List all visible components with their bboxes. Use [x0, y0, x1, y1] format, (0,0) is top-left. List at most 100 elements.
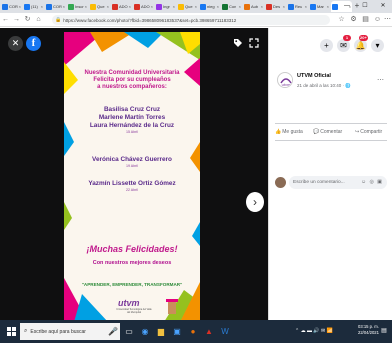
- divider: [275, 123, 387, 124]
- tab-favicon-icon: [266, 3, 272, 10]
- close-viewer-button[interactable]: ✕: [8, 36, 23, 51]
- notifications-badge: 20+: [359, 35, 368, 41]
- browser-tab[interactable]: Des ×: [265, 1, 286, 12]
- browser-tab[interactable]: Inscr ×: [67, 1, 88, 12]
- tab-close-icon[interactable]: ×: [283, 4, 285, 9]
- word-icon[interactable]: W: [220, 326, 230, 337]
- collections-icon[interactable]: ▤: [360, 13, 371, 27]
- share-button[interactable]: ↪ Compartir: [355, 129, 382, 135]
- birthday-date: 22 Abril: [126, 188, 138, 192]
- browser-tab[interactable]: ADO ×: [111, 1, 132, 12]
- utvm-logo-subtitle: Universidad Tecnológica del Valle del Me…: [116, 308, 152, 314]
- system-tray-icons[interactable]: ⌃ ☁ ▬ 🔊 ✉ 📶: [295, 328, 333, 334]
- forward-button[interactable]: →: [11, 14, 22, 26]
- birthday-name: Basilisa Cruz Cruz: [103, 106, 161, 113]
- star-icon[interactable]: ☆: [336, 13, 347, 27]
- tab-favicon-icon: [156, 3, 162, 10]
- home-button[interactable]: ⌂: [33, 14, 44, 26]
- taskbar-clock[interactable]: 03:15 p. m. 22/04/2021: [358, 324, 379, 336]
- birthday-group: Yazmín Lissette Ortiz Gómez 22 Abril: [72, 180, 192, 193]
- post-timestamp[interactable]: 21 de abril a las 10:40 · 🌐: [297, 83, 351, 89]
- like-label: Me gusta: [282, 129, 303, 135]
- store-icon[interactable]: ▣: [172, 326, 182, 337]
- share-label: Compartir: [360, 129, 383, 135]
- comment-input[interactable]: Escribe un comentario... ☺ ◎ ▣: [289, 176, 387, 189]
- page-avatar[interactable]: utvm: [277, 72, 293, 88]
- tab-label: Reu: [295, 4, 303, 9]
- url-text: https://www.facebook.com/photo/?fbid=398…: [63, 17, 237, 23]
- tab-close-icon[interactable]: ×: [217, 4, 219, 9]
- windows-start-icon[interactable]: [7, 327, 16, 336]
- microphone-icon[interactable]: 🎤: [108, 326, 118, 337]
- tab-close-icon[interactable]: ×: [107, 4, 109, 9]
- tab-close-icon[interactable]: ×: [129, 4, 131, 9]
- browser-tab[interactable]: Aub ×: [243, 1, 264, 12]
- tab-label: (11): [31, 4, 38, 9]
- comment-tools-icon[interactable]: ☺ ◎ ▣: [361, 179, 383, 185]
- file-explorer-icon[interactable]: ▆: [156, 326, 166, 337]
- browser-tab[interactable]: Ingr ×: [155, 1, 176, 12]
- reload-button[interactable]: ↻: [22, 14, 33, 26]
- browser-tab[interactable]: (11) ×: [23, 1, 44, 12]
- tab-close-icon[interactable]: ×: [305, 4, 307, 9]
- like-button[interactable]: 👍 Me gusta: [275, 129, 303, 135]
- tab-label: ADO: [119, 4, 128, 9]
- browser-tab[interactable]: Reu ×: [287, 1, 308, 12]
- firefox-icon[interactable]: ●: [188, 326, 198, 337]
- tab-label: Aub: [251, 4, 259, 9]
- browser-tab[interactable]: COR ×: [1, 1, 22, 12]
- browser-tab[interactable]: nieg ×: [199, 1, 220, 12]
- tab-label: nieg: [207, 4, 215, 9]
- browser-tab[interactable]: Que ×: [177, 1, 198, 12]
- tab-close-icon[interactable]: ×: [63, 4, 65, 9]
- browser-tab-bar: COR × (11) × COR × Inscr × Que × ADO × ADO × Ingr × Que ×…: [0, 0, 392, 13]
- post-author-link[interactable]: UTVM Oficial: [297, 73, 331, 79]
- extensions-icon[interactable]: ⚙: [348, 13, 359, 27]
- edge-icon[interactable]: ◉: [140, 326, 150, 337]
- comment-button[interactable]: 💬 Comentar: [313, 129, 342, 135]
- flyer-heading: Nuestra Comunidad Universitaria Felicita…: [72, 70, 192, 91]
- browser-tab[interactable]: Mar ×: [309, 1, 330, 12]
- fullscreen-icon[interactable]: [248, 38, 260, 53]
- taskbar-search-box[interactable]: ⌕ Escribe aquí para buscar: [20, 323, 120, 340]
- user-avatar[interactable]: [275, 177, 286, 188]
- browser-tab[interactable]: Que ×: [89, 1, 110, 12]
- more-icon[interactable]: ⋯: [382, 13, 392, 27]
- tag-icon[interactable]: [232, 38, 244, 53]
- tab-close-icon[interactable]: ×: [239, 4, 241, 9]
- clock-date: 22/04/2021: [358, 330, 379, 335]
- address-bar[interactable]: 🔒 https://www.facebook.com/photo/?fbid=3…: [52, 15, 330, 25]
- tab-close-icon[interactable]: ×: [151, 4, 153, 9]
- birthday-name: Marlene Martín Torres: [98, 114, 166, 121]
- account-menu-icon[interactable]: ▾: [371, 39, 384, 52]
- tab-close-icon[interactable]: ×: [19, 4, 21, 9]
- tab-close-icon[interactable]: ×: [195, 4, 197, 9]
- facebook-logo-icon[interactable]: f: [26, 36, 41, 51]
- tab-favicon-icon: [112, 3, 118, 10]
- tab-close-icon[interactable]: ×: [261, 4, 263, 9]
- task-view-icon[interactable]: ▭: [124, 326, 134, 337]
- notification-center-icon[interactable]: ▤: [380, 326, 388, 337]
- tab-favicon-icon: [244, 3, 250, 10]
- tab-favicon-icon: [68, 3, 74, 10]
- tab-close-icon[interactable]: ×: [41, 4, 43, 9]
- svg-text:utvm: utvm: [282, 82, 291, 87]
- minimize-button[interactable]: —: [338, 0, 356, 13]
- browser-tab[interactable]: COR ×: [45, 1, 66, 12]
- app-icon[interactable]: ▲: [204, 326, 214, 337]
- browser-tab[interactable]: ADO ×: [133, 1, 154, 12]
- wishes-text: Con nuestros mejores deseos: [92, 260, 172, 266]
- close-window-button[interactable]: ✕: [374, 0, 392, 13]
- post-options-icon[interactable]: ⋯: [377, 76, 384, 84]
- tab-close-icon[interactable]: ×: [85, 4, 87, 9]
- share-icon: ↪: [355, 129, 360, 135]
- messenger-badge: 1: [343, 35, 351, 41]
- tab-close-icon[interactable]: ×: [173, 4, 175, 9]
- back-button[interactable]: ←: [0, 14, 11, 26]
- congrats-text: ¡Muchas Felicidades!: [86, 244, 178, 254]
- next-photo-button[interactable]: ›: [246, 192, 264, 212]
- tab-close-icon[interactable]: ×: [327, 4, 329, 9]
- create-icon[interactable]: +: [320, 39, 333, 52]
- browser-tab[interactable]: Con ×: [221, 1, 242, 12]
- maximize-button[interactable]: ☐: [356, 0, 374, 13]
